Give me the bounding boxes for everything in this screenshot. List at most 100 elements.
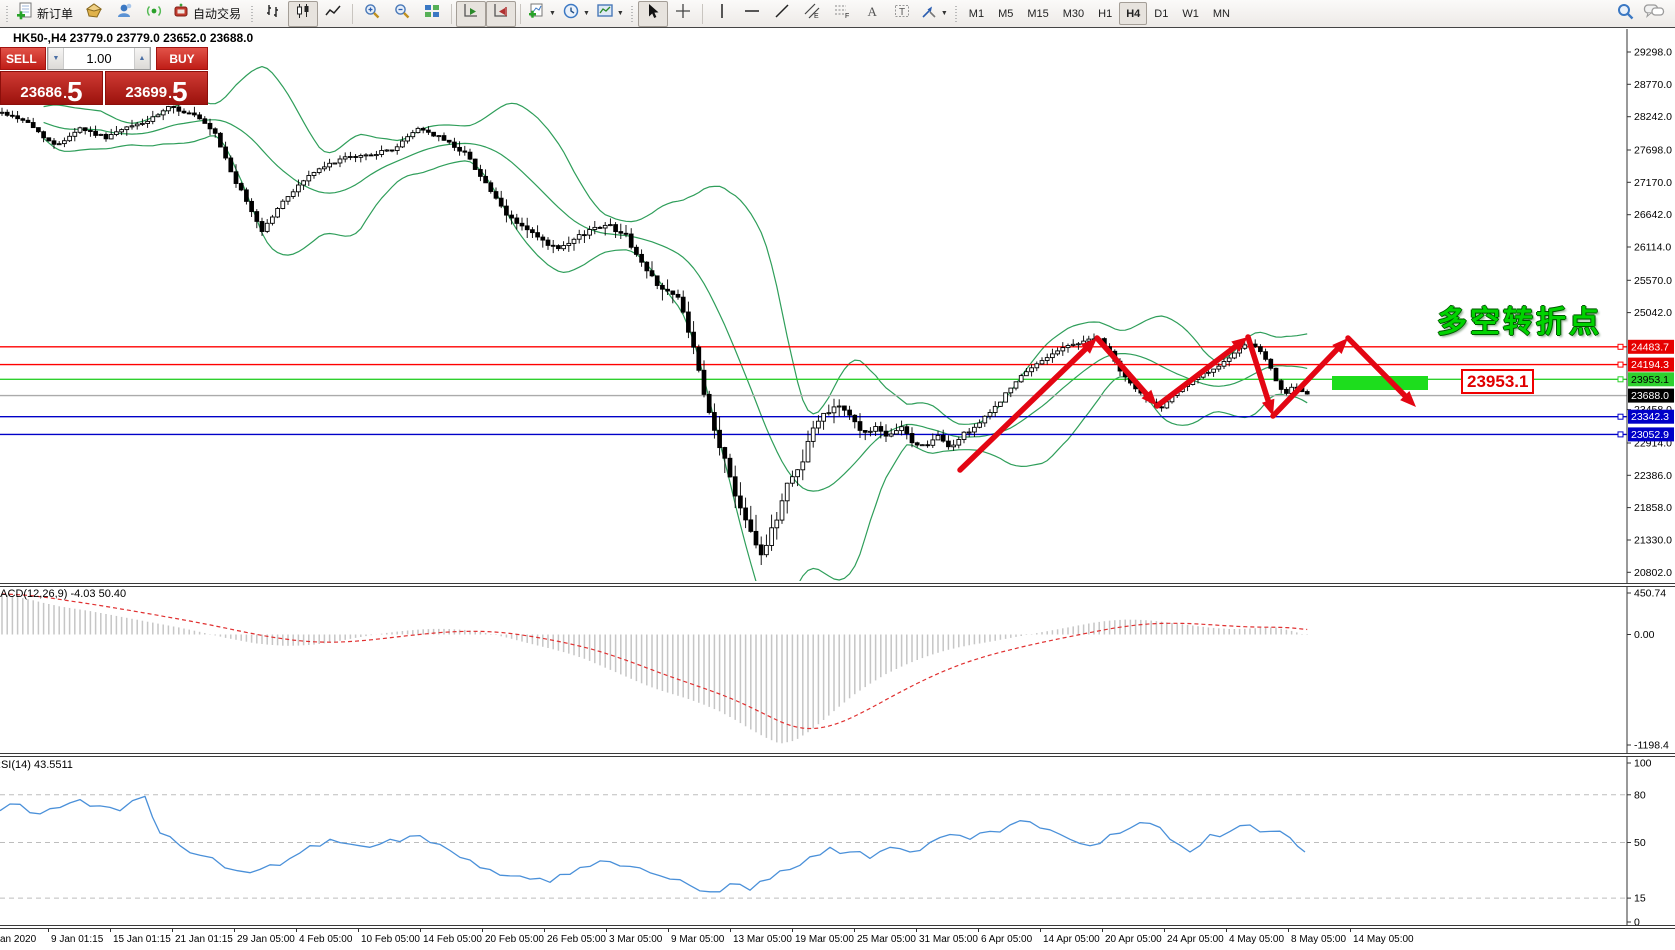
sell-button[interactable]: SELL xyxy=(0,47,46,70)
time-tick xyxy=(172,929,173,932)
fibonacci-button[interactable]: F xyxy=(827,1,857,27)
time-axis-label: 3 Mar 05:00 xyxy=(609,934,662,945)
time-axis-label: 15 Jan 01:15 xyxy=(113,934,171,945)
community-button[interactable] xyxy=(109,1,139,27)
time-tick xyxy=(482,929,483,932)
macd-pane[interactable]: 450.740.00-1198.4 xyxy=(0,587,1675,753)
svg-text:26114.0: 26114.0 xyxy=(1634,242,1671,254)
toolbar-grip[interactable] xyxy=(630,4,635,24)
toolbar-grip[interactable] xyxy=(5,4,10,24)
trendline-button[interactable] xyxy=(767,1,797,27)
time-tick xyxy=(668,929,669,932)
timeframe-h1[interactable]: H1 xyxy=(1091,2,1119,25)
autotrade-icon xyxy=(172,2,190,25)
template-button[interactable]: ▼ xyxy=(593,1,627,27)
time-tick xyxy=(1226,929,1227,932)
period-button[interactable]: ▼ xyxy=(559,1,593,27)
timeframe-w1[interactable]: W1 xyxy=(1175,2,1206,25)
zoom-out-button[interactable] xyxy=(387,1,417,27)
time-tick xyxy=(792,929,793,932)
tile-windows-icon xyxy=(423,2,441,25)
label-icon: T xyxy=(893,2,911,25)
time-axis-label: 29 Jan 05:00 xyxy=(237,934,295,945)
svg-text:20802.0: 20802.0 xyxy=(1634,567,1672,579)
line-chart-button[interactable] xyxy=(318,1,348,27)
svg-text:80: 80 xyxy=(1634,789,1646,801)
toolbar-grip[interactable] xyxy=(250,4,255,24)
bar-chart-button[interactable] xyxy=(258,1,288,27)
shapes-button[interactable]: ▼ xyxy=(917,1,951,27)
buy-button[interactable]: BUY xyxy=(156,47,208,70)
turning-point-annotation[interactable]: 多空转折点 xyxy=(1437,297,1602,341)
time-tick xyxy=(296,929,297,932)
line-chart-icon xyxy=(324,2,342,25)
timeframe-mn[interactable]: MN xyxy=(1206,2,1237,25)
new-chart-icon xyxy=(528,2,546,25)
time-axis-label: 4 May 05:00 xyxy=(1229,934,1284,945)
rsi-label: RSI(14) 43.5511 xyxy=(0,759,73,771)
template-icon xyxy=(596,2,614,25)
horizontal-line-button[interactable] xyxy=(737,1,767,27)
volume-increase-button[interactable]: ▲ xyxy=(134,48,150,69)
timeframe-m5[interactable]: M5 xyxy=(991,2,1020,25)
profile-icon xyxy=(85,2,103,25)
vertical-line-button[interactable] xyxy=(707,1,737,27)
time-axis-label: 21 Jan 01:15 xyxy=(175,934,233,945)
svg-text:24483.7: 24483.7 xyxy=(1631,341,1669,353)
time-tick xyxy=(110,929,111,932)
auto-scroll-button[interactable] xyxy=(456,1,486,27)
label-button[interactable]: T xyxy=(887,1,917,27)
cursor-button[interactable] xyxy=(638,1,668,27)
sell-price: 23686 xyxy=(20,85,62,100)
autotrade-button[interactable]: 自动交易 xyxy=(169,1,247,27)
chart-shift-button[interactable] xyxy=(486,1,516,27)
zoom-in-button[interactable] xyxy=(357,1,387,27)
chat-icon[interactable] xyxy=(1643,2,1665,26)
timeframe-d1[interactable]: D1 xyxy=(1147,2,1175,25)
volume-input[interactable]: 1.00 xyxy=(64,48,134,69)
tile-windows-button[interactable] xyxy=(417,1,447,27)
signals-button[interactable] xyxy=(139,1,169,27)
timeframe-m1[interactable]: M1 xyxy=(962,2,991,25)
price-callout-label[interactable]: 23953.1 xyxy=(1461,369,1534,394)
timeframe-m15[interactable]: M15 xyxy=(1020,2,1055,25)
new-order-icon xyxy=(16,2,34,25)
svg-text:F: F xyxy=(845,13,849,20)
candlestick-chart-button[interactable] xyxy=(288,1,318,27)
search-icon[interactable] xyxy=(1616,2,1635,26)
svg-text:450.74: 450.74 xyxy=(1634,588,1666,600)
rsi-pane[interactable]: 1008050150 xyxy=(0,757,1675,925)
time-axis[interactable]: an 20209 Jan 01:1515 Jan 01:1521 Jan 01:… xyxy=(0,929,1675,950)
timeframe-h4[interactable]: H4 xyxy=(1119,2,1147,25)
toolbar: 新订单 自动交易 xyxy=(0,0,1675,28)
text-icon: A xyxy=(863,2,881,25)
sell-price-button[interactable]: 23686.5 xyxy=(0,71,103,105)
volume-spinner: ▼ 1.00 ▲ xyxy=(47,47,151,70)
crosshair-button[interactable] xyxy=(668,1,698,27)
svg-text:A: A xyxy=(867,4,877,19)
svg-text:-1198.4: -1198.4 xyxy=(1634,740,1669,752)
buy-price-button[interactable]: 23699.5 xyxy=(105,71,208,105)
svg-text:50: 50 xyxy=(1634,837,1646,849)
pane-separator[interactable] xyxy=(0,753,1675,757)
time-axis-label: 20 Feb 05:00 xyxy=(485,934,544,945)
toolbar-grip[interactable] xyxy=(954,4,959,24)
pane-separator[interactable] xyxy=(0,583,1675,587)
trendline-icon xyxy=(773,2,791,25)
shapes-icon xyxy=(920,2,938,25)
time-tick xyxy=(234,929,235,932)
new-order-button[interactable]: 新订单 xyxy=(13,1,79,27)
main-chart-pane[interactable]: 29298.028770.028242.027698.027170.026642… xyxy=(0,29,1675,583)
svg-text:23953.1: 23953.1 xyxy=(1631,374,1669,386)
volume-decrease-button[interactable]: ▼ xyxy=(48,48,64,69)
profile-button[interactable] xyxy=(79,1,109,27)
time-tick xyxy=(1102,929,1103,932)
timeframe-m30[interactable]: M30 xyxy=(1056,2,1091,25)
svg-text:21330.0: 21330.0 xyxy=(1634,535,1672,547)
channel-button[interactable]: E xyxy=(797,1,827,27)
auto-scroll-icon xyxy=(462,2,480,25)
new-chart-button[interactable]: ▼ xyxy=(525,1,559,27)
fibonacci-icon: F xyxy=(833,2,851,25)
text-button[interactable]: A xyxy=(857,1,887,27)
time-tick xyxy=(730,929,731,932)
